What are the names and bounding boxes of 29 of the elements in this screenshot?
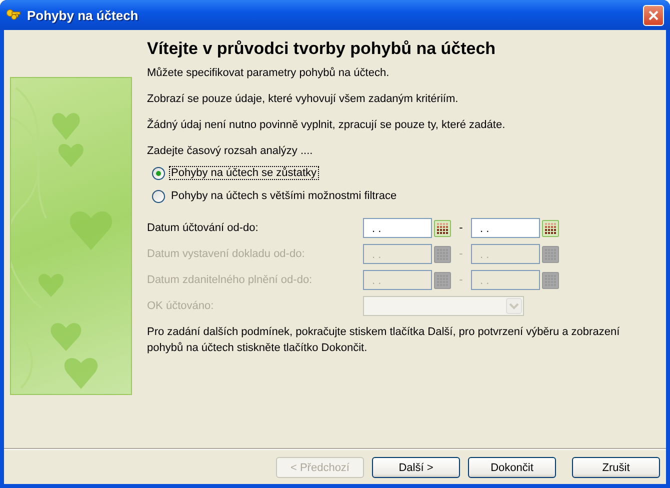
instruction-text: Pro zadání dalších podmínek, pokračujte stiskem tlačítka Další, pro potvrzení výběru a zobrazení pohybů na účtech stiskněte tlačítko Dokončit. (147, 325, 621, 356)
field-label: Datum účtování od-do: (147, 222, 260, 234)
range-separator: - (458, 248, 464, 260)
radio-button[interactable] (152, 190, 165, 202)
keys-icon (6, 8, 22, 22)
range-separator: - (458, 222, 464, 234)
dropdown-field[interactable] (363, 296, 524, 316)
wizard-button[interactable]: Zrušit (572, 457, 660, 478)
date-field[interactable]: . . (363, 218, 432, 238)
intro-text: Můžete specifikovat parametry pohybů na účtech. (147, 67, 390, 80)
wizard-button[interactable]: Dokončit (468, 457, 556, 478)
range-prompt: Zadejte časový rozsah analýzy .... (147, 145, 314, 158)
date-field[interactable]: . . (471, 218, 540, 238)
intro-text: Zobrazí se pouze údaje, které vyhovují všem zadaným kritériím. (147, 93, 460, 106)
wizard-button[interactable]: Další > (372, 457, 460, 478)
calendar-button[interactable] (434, 220, 451, 236)
radio-label[interactable]: Pohyby na účtech s většími možnostmi filtrace (169, 189, 399, 203)
close-icon (648, 10, 659, 20)
field-label: Datum vystavení dokladu od-do: (147, 248, 306, 260)
close-button[interactable] (643, 4, 664, 26)
range-separator: - (458, 274, 464, 286)
radio-label[interactable]: Pohyby na účtech se zůstatky (169, 166, 319, 180)
window-title: Pohyby na účtech (27, 8, 140, 22)
field-label: Datum zdanitelného plnění od-do: (147, 274, 314, 286)
calendar-button[interactable] (542, 220, 559, 236)
intro-text: Žádný údaj není nutno povinně vyplnit, zpracují se pouze ty, které zadáte. (147, 119, 506, 132)
field-label: OK účtováno: (147, 300, 215, 312)
radio-button[interactable] (152, 166, 165, 180)
wizard-heading: Vítejte v průvodci tvorby pohybů na účtech (147, 38, 497, 60)
